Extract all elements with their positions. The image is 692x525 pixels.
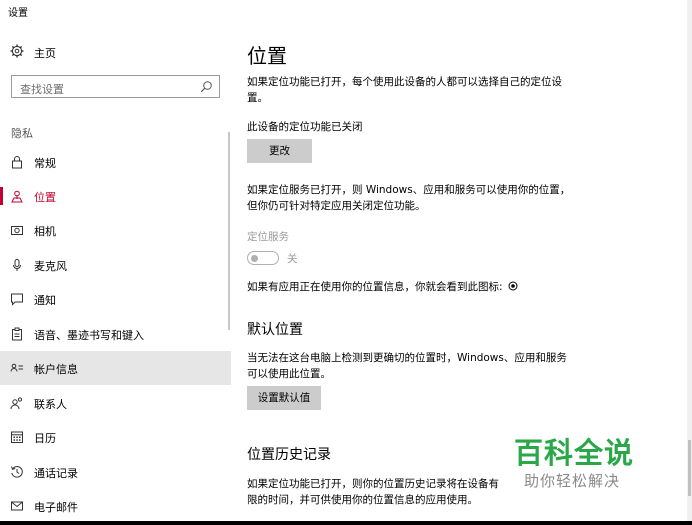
search-input[interactable]: 查找设置 [11,75,220,98]
watermark-logo: 百科全说 助你轻松解决 [514,430,644,500]
sidebar-item-label: 位置 [34,191,56,204]
sidebar-item-label: 日历 [34,432,56,445]
page-title: 位置 [247,44,287,68]
section-label-privacy: 隐私 [11,127,33,140]
location-icon [11,190,23,203]
watermark-subtitle: 助你轻松解决 [524,472,621,490]
sidebar-item-general[interactable]: 常规 [0,145,231,179]
sidebar-item-microphone[interactable]: 麦克风 [0,248,231,282]
sidebar-item-label: 电子邮件 [34,501,78,514]
set-default-button[interactable]: 设置默认值 [247,386,321,410]
active-indicator [0,187,3,205]
title-bar: 设置 [0,0,692,22]
sidebar-item-notifications[interactable]: 通知 [0,282,231,316]
sidebar-item-label: 帐户信息 [34,363,78,376]
sidebar-item-label: 常规 [34,157,56,170]
sidebar-item-call-history[interactable]: 通话记录 [0,455,231,489]
contacts-icon [10,397,23,410]
home-label: 主页 [34,47,56,60]
location-history-heading: 位置历史记录 [247,447,331,463]
notification-icon [11,293,23,306]
toggle-knob [251,254,258,262]
intro-text: 如果定位功能已打开，每个使用此设备的人都可以选择自己的定位设置。 [247,76,562,104]
camera-icon [11,226,23,235]
location-history-description: 如果定位功能已打开，则你的位置历史记录将在设备有限的时间，并可供使用你的位置信息… [247,478,499,506]
sidebar-item-speech[interactable]: 语音、墨迹书写和键入 [0,317,231,351]
service-description: 如果定位服务已打开，则 Windows、应用和服务可以使用你的位置，但你仍可针对… [247,184,571,212]
sidebar-item-label: 语音、墨迹书写和键入 [34,329,144,342]
calendar-icon [11,431,23,443]
change-button[interactable]: 更改 [247,139,312,163]
toggle-state-label: 关 [287,253,298,265]
sidebar-item-label: 相机 [34,225,56,238]
service-label: 定位服务 [247,231,289,243]
device-status-text: 此设备的定位功能已关闭 [247,121,363,133]
gear-icon [10,44,24,58]
sidebar-item-contacts[interactable]: 联系人 [0,386,231,420]
icon-note-text: 如果有应用正在使用你的位置信息，你就会看到此图标: [247,281,503,293]
watermark-title: 百科全说 [514,436,635,470]
microphone-icon [13,259,21,271]
location-in-use-icon [508,281,518,291]
scrollbar-thumb[interactable] [688,440,691,496]
lock-icon [12,156,22,169]
sidebar: 主页 查找设置 隐私 常规 位置 相机 麦克风 通知 语音、墨迹书写和键入 帐户… [0,22,231,525]
sidebar-item-label: 联系人 [34,398,67,411]
sidebar-item-email[interactable]: 电子邮件 [0,489,231,523]
search-icon[interactable] [200,80,213,93]
taskbar-edge [0,521,692,525]
location-service-toggle[interactable] [247,251,279,265]
account-info-icon [10,363,23,372]
search-placeholder: 查找设置 [20,83,64,96]
clipboard-icon [12,327,22,341]
mail-icon [11,501,23,511]
sidebar-item-label: 通话记录 [34,467,78,480]
icon-note: 如果有应用正在使用你的位置信息，你就会看到此图标: [247,279,607,295]
sidebar-item-location[interactable]: 位置 [0,179,231,213]
sidebar-item-label: 麦克风 [34,260,67,273]
sidebar-item-camera[interactable]: 相机 [0,213,231,247]
default-location-description: 当无法在这台电脑上检测到更确切的位置时，Windows、应用和服务可以使用此位置… [247,352,567,380]
sidebar-item-calendar[interactable]: 日历 [0,420,231,454]
sidebar-divider [228,132,230,330]
default-location-heading: 默认位置 [247,322,303,338]
sidebar-item-label: 通知 [34,294,56,307]
window-scrollbar[interactable] [687,0,692,525]
sidebar-item-account-info[interactable]: 帐户信息 [0,351,231,385]
window-title: 设置 [8,8,28,19]
home-link[interactable]: 主页 [0,40,231,66]
history-icon [11,466,23,478]
